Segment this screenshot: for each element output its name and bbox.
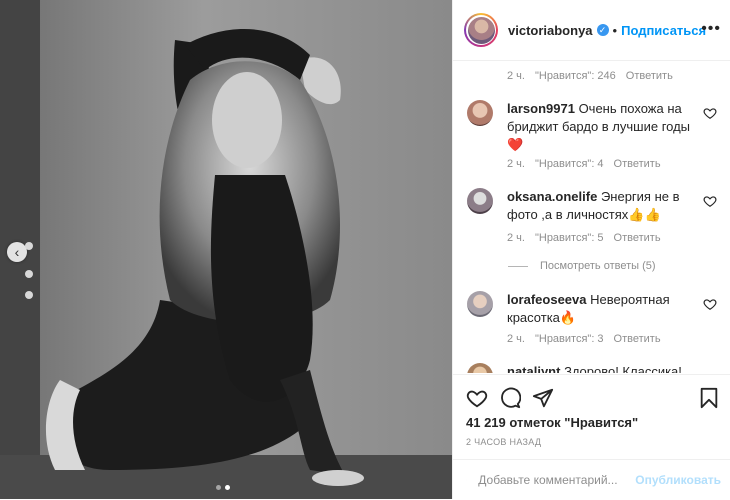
comment-text: nataliynt Здорово! Классика! 🔥: [507, 363, 692, 373]
comment-username[interactable]: nataliynt: [507, 364, 560, 373]
like-icon[interactable]: [703, 297, 717, 311]
comment-icon[interactable]: [499, 387, 521, 409]
reply-button[interactable]: Ответить: [614, 333, 661, 345]
save-icon[interactable]: [699, 387, 719, 409]
divider: [508, 266, 528, 267]
carousel-dot: [216, 485, 221, 490]
comments-list: 2 ч. "Нравится": 246 Ответить larson9971…: [453, 61, 730, 373]
reply-button[interactable]: Ответить: [626, 70, 673, 82]
comment-meta: 2 ч. "Нравится": 3 Ответить: [507, 333, 661, 345]
like-icon[interactable]: [703, 194, 717, 208]
comment-text: lorafeoseeva Невероятная красотка🔥: [507, 291, 692, 327]
comment-input[interactable]: [476, 472, 635, 488]
share-icon[interactable]: [532, 387, 554, 409]
comment-time: 2 ч.: [507, 70, 525, 82]
post-header: victoriabonya ✓ • Подписаться •••: [453, 0, 730, 61]
comment-likes[interactable]: "Нравится": 3: [535, 333, 604, 345]
carousel-dot-active: [225, 485, 230, 490]
carousel-prev-icon[interactable]: ‹: [7, 242, 27, 262]
story-dot: [25, 291, 33, 299]
comment-meta: 2 ч. "Нравится": 246 Ответить: [507, 70, 673, 82]
avatar[interactable]: [464, 13, 498, 47]
comment-username[interactable]: oksana.onelife: [507, 189, 597, 204]
post-image[interactable]: ‹: [0, 0, 452, 499]
add-comment-bar: Опубликовать: [453, 459, 730, 500]
like-icon[interactable]: [466, 387, 488, 409]
comment-text: oksana.onelife Энергия не в фото ,а в ли…: [507, 188, 692, 224]
avatar[interactable]: [467, 100, 493, 126]
comment-time: 2 ч.: [507, 232, 525, 244]
likes-count[interactable]: 41 219 отметок "Нравится": [466, 415, 638, 430]
follow-button[interactable]: Подписаться: [621, 23, 706, 38]
reply-button[interactable]: Ответить: [614, 232, 661, 244]
comment-time: 2 ч.: [507, 333, 525, 345]
avatar[interactable]: [467, 188, 493, 214]
comment-likes[interactable]: "Нравится": 246: [535, 70, 616, 82]
story-dot: [25, 242, 33, 250]
author-username[interactable]: victoriabonya: [508, 23, 593, 38]
carousel-indicator: [216, 485, 230, 490]
story-dot: [25, 270, 33, 278]
comment-likes[interactable]: "Нравится": 4: [535, 158, 604, 170]
publish-button[interactable]: Опубликовать: [635, 473, 721, 487]
post-panel: victoriabonya ✓ • Подписаться ••• 2 ч. "…: [452, 0, 730, 499]
action-bar: [453, 374, 730, 415]
comment-likes[interactable]: "Нравится": 5: [535, 232, 604, 244]
like-icon[interactable]: [703, 106, 717, 120]
reply-button[interactable]: Ответить: [614, 158, 661, 170]
comment-meta: 2 ч. "Нравится": 4 Ответить: [507, 158, 661, 170]
comment-username[interactable]: larson9971: [507, 101, 575, 116]
view-replies-label: Посмотреть ответы (5): [540, 260, 656, 272]
avatar[interactable]: [467, 363, 493, 373]
view-replies-button[interactable]: Посмотреть ответы (5): [508, 260, 656, 272]
comment-time: 2 ч.: [507, 158, 525, 170]
verified-icon: ✓: [597, 24, 609, 36]
comment-text: larson9971 Очень похожа на бриджит бардо…: [507, 100, 692, 154]
comment-meta: 2 ч. "Нравится": 5 Ответить: [507, 232, 661, 244]
separator: •: [613, 23, 618, 38]
avatar[interactable]: [467, 291, 493, 317]
post-time[interactable]: 2 ЧАСОВ НАЗАД: [466, 437, 541, 447]
photo-illustration: [0, 0, 452, 499]
comment-username[interactable]: lorafeoseeva: [507, 292, 587, 307]
more-icon[interactable]: •••: [701, 20, 721, 38]
